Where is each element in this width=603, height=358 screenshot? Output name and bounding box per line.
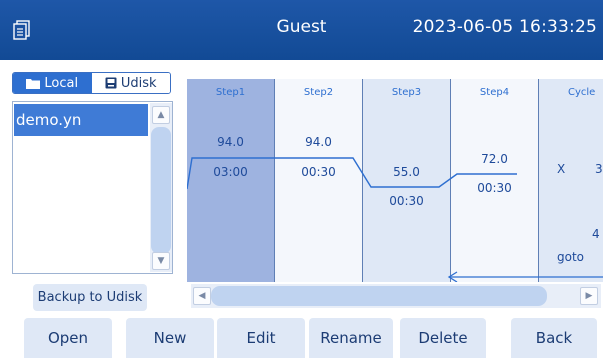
edit-button[interactable]: Edit	[217, 318, 305, 358]
file-list-scrollbar[interactable]: ▲ ▼	[150, 103, 172, 272]
source-tabs: Local Udisk	[12, 72, 171, 94]
open-button[interactable]: Open	[24, 318, 112, 358]
list-item[interactable]: demo.yn	[14, 104, 148, 136]
backup-to-udisk-button[interactable]: Backup to Udisk	[33, 284, 147, 311]
scroll-up-icon[interactable]: ▲	[152, 106, 170, 124]
folder-icon	[26, 78, 41, 89]
scroll-left-icon[interactable]: ◀	[193, 287, 211, 305]
top-bar: Guest 2023-06-05 16:33:25	[0, 0, 603, 60]
usb-drive-icon	[105, 77, 117, 89]
tab-udisk[interactable]: Udisk	[91, 73, 170, 93]
new-button[interactable]: New	[126, 318, 214, 358]
program-scrollbar[interactable]: ◀ ▶	[191, 284, 601, 308]
scroll-right-icon[interactable]: ▶	[580, 287, 598, 305]
program-view: Step1 94.0 03:00 Step2 94.0 00:30 Step3 …	[187, 79, 603, 282]
tab-udisk-label: Udisk	[120, 75, 157, 91]
scrollbar-thumb[interactable]	[211, 286, 547, 306]
scrollbar-thumb[interactable]	[151, 127, 171, 254]
delete-button[interactable]: Delete	[400, 318, 486, 358]
scroll-down-icon[interactable]: ▼	[152, 252, 170, 270]
tab-local-label: Local	[44, 75, 79, 91]
date-time: 2023-06-05 16:33:25	[412, 17, 597, 37]
tab-local[interactable]: Local	[13, 73, 92, 93]
file-list: demo.yn ▲ ▼	[12, 101, 173, 274]
rename-button[interactable]: Rename	[309, 318, 393, 358]
temperature-profile-curve	[187, 157, 603, 282]
back-button[interactable]: Back	[511, 318, 597, 358]
